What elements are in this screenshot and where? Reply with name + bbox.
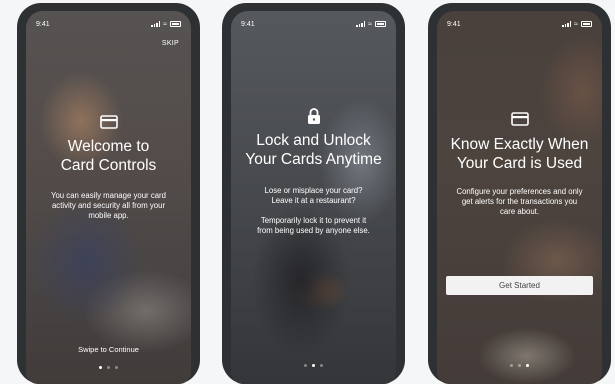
page-title: Welcome to Card Controls	[60, 138, 157, 174]
wifi-icon: ≈	[574, 20, 578, 28]
page-dot	[312, 364, 315, 367]
status-time: 9:41	[241, 20, 255, 28]
phone-alerts: 9:41 ≈ Know Exactly When Your Card is Us…	[428, 3, 611, 384]
status-bar: 9:41 ≈	[447, 19, 592, 29]
status-time: 9:41	[36, 20, 50, 28]
status-bar: 9:41 ≈	[36, 19, 181, 29]
screen-welcome: 9:41 ≈ SKIP Welcome to Card Controls You…	[26, 11, 191, 384]
page-indicator	[26, 366, 191, 369]
page-dot	[115, 366, 118, 369]
signal-icon	[151, 21, 161, 27]
description: You can easily manage your card activity…	[50, 191, 166, 220]
signal-icon	[356, 21, 366, 27]
description: Lose or misplace your card? Leave it at …	[257, 186, 370, 235]
lock-icon	[307, 108, 320, 124]
page-indicator	[437, 364, 602, 367]
page-dot	[510, 364, 513, 367]
screen-alerts: 9:41 ≈ Know Exactly When Your Card is Us…	[437, 11, 602, 384]
wifi-icon: ≈	[163, 20, 167, 28]
phone-welcome: 9:41 ≈ SKIP Welcome to Card Controls You…	[17, 3, 200, 384]
status-time: 9:41	[447, 20, 461, 28]
battery-icon	[375, 21, 386, 27]
description: Configure your preferences and only get …	[456, 187, 583, 216]
page-indicator	[231, 364, 396, 367]
page-title: Lock and Unlock Your Cards Anytime	[245, 132, 382, 168]
status-bar: 9:41 ≈	[241, 19, 386, 29]
credit-card-icon	[99, 115, 118, 129]
wifi-icon: ≈	[368, 20, 372, 28]
battery-icon	[581, 21, 592, 27]
page-title: Know Exactly When Your Card is Used	[450, 136, 589, 172]
screen-lock: 9:41 ≈ Lock and Unlock Your Cards Anytim…	[231, 11, 396, 384]
page-dot	[107, 366, 110, 369]
page-dot	[518, 364, 521, 367]
page-dot	[526, 364, 529, 367]
swipe-hint: Swipe to Continue	[78, 345, 139, 354]
phone-lock: 9:41 ≈ Lock and Unlock Your Cards Anytim…	[222, 3, 405, 384]
credit-card-icon	[510, 112, 529, 126]
signal-icon	[562, 21, 572, 27]
battery-icon	[170, 21, 181, 27]
get-started-button[interactable]: Get Started	[446, 276, 593, 295]
page-dot	[99, 366, 102, 369]
page-dot	[304, 364, 307, 367]
page-dot	[320, 364, 323, 367]
skip-button[interactable]: SKIP	[162, 40, 179, 47]
